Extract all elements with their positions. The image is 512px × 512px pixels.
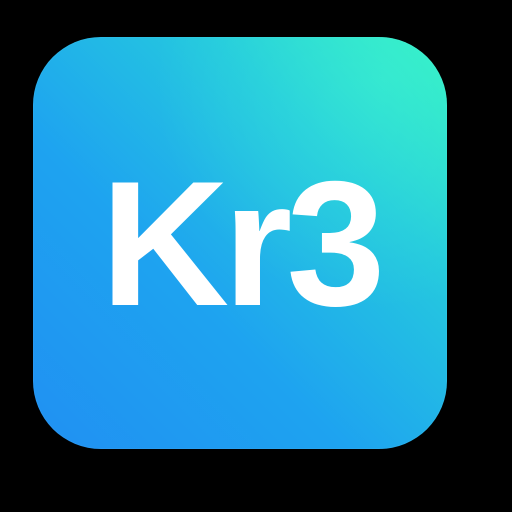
canvas: Kr3 [0, 0, 512, 512]
app-icon-label: Kr3 [100, 144, 386, 343]
app-icon[interactable]: Kr3 [33, 37, 447, 449]
